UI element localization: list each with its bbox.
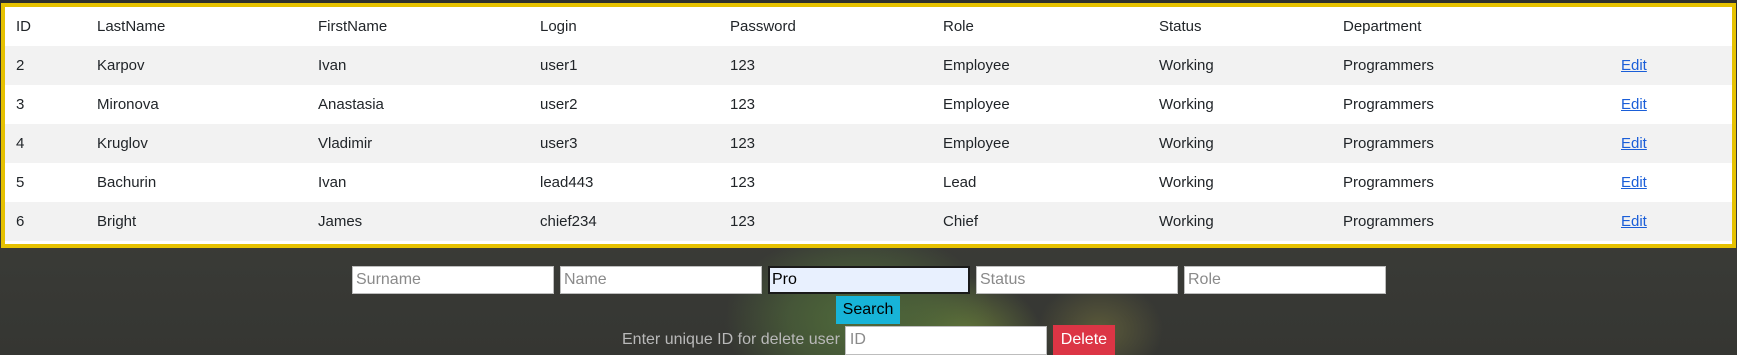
cell-login: user2 xyxy=(540,96,578,113)
cell-actions: Edit xyxy=(1610,202,1732,241)
cell-id: 5 xyxy=(16,174,25,191)
header-password: Password xyxy=(730,18,796,35)
edit-link[interactable]: Edit xyxy=(1621,174,1647,191)
cell-firstname: Anastasia xyxy=(318,96,384,113)
cell-actions: Edit xyxy=(1610,85,1732,124)
cell-status: Working xyxy=(1159,135,1214,152)
department-input[interactable] xyxy=(768,266,970,294)
header-id: ID xyxy=(16,18,31,35)
cell-lastname: Bachurin xyxy=(97,174,157,191)
cell-status: Working xyxy=(1159,213,1214,230)
cell-department: Programmers xyxy=(1343,135,1434,152)
cell-password: 123 xyxy=(730,96,756,113)
users-table: ID LastName FirstName Login Password Rol… xyxy=(5,7,1732,241)
header-login: Login xyxy=(540,18,577,35)
table-header-row: ID LastName FirstName Login Password Rol… xyxy=(5,7,1732,46)
cell-actions: Edit xyxy=(1610,163,1732,202)
cell-password: 123 xyxy=(730,135,756,152)
cell-status: Working xyxy=(1159,174,1214,191)
cell-department: Programmers xyxy=(1343,174,1434,191)
header-lastname: LastName xyxy=(97,18,166,35)
cell-department: Programmers xyxy=(1343,96,1434,113)
cell-firstname: Vladimir xyxy=(318,135,373,152)
header-actions xyxy=(1610,7,1732,46)
cell-id: 2 xyxy=(16,57,25,74)
cell-role: Chief xyxy=(943,213,979,230)
cell-id: 3 xyxy=(16,96,25,113)
cell-status: Working xyxy=(1159,57,1214,74)
cell-login: user1 xyxy=(540,57,578,74)
cell-role: Employee xyxy=(943,135,1010,152)
cell-lastname: Karpov xyxy=(97,57,145,74)
cell-login: user3 xyxy=(540,135,578,152)
header-status: Status xyxy=(1159,18,1202,35)
cell-password: 123 xyxy=(730,174,756,191)
edit-link[interactable]: Edit xyxy=(1621,213,1647,230)
role-input[interactable] xyxy=(1184,266,1386,294)
delete-id-input[interactable] xyxy=(844,325,1047,355)
table-row: 2 Karpov Ivan user1 123 Employee Working… xyxy=(5,46,1732,85)
header-firstname: FirstName xyxy=(318,18,388,35)
edit-link[interactable]: Edit xyxy=(1621,96,1647,113)
header-role: Role xyxy=(943,18,974,35)
delete-label: Enter unique ID for delete user xyxy=(622,331,840,348)
users-table-panel: ID LastName FirstName Login Password Rol… xyxy=(1,3,1736,248)
table-row: 3 Mironova Anastasia user2 123 Employee … xyxy=(5,85,1732,124)
name-input[interactable] xyxy=(560,266,762,294)
cell-role: Lead xyxy=(943,174,977,191)
cell-firstname: Ivan xyxy=(318,174,347,191)
cell-login: chief234 xyxy=(540,213,597,230)
delete-form: Enter unique ID for delete user Delete xyxy=(622,325,1115,355)
cell-role: Employee xyxy=(943,96,1010,113)
cell-lastname: Mironova xyxy=(97,96,159,113)
search-form xyxy=(352,266,1386,294)
header-department: Department xyxy=(1343,18,1422,35)
delete-button[interactable]: Delete xyxy=(1052,325,1115,355)
table-row: 4 Kruglov Vladimir user3 123 Employee Wo… xyxy=(5,124,1732,163)
cell-department: Programmers xyxy=(1343,213,1434,230)
cell-login: lead443 xyxy=(540,174,594,191)
cell-lastname: Bright xyxy=(97,213,137,230)
cell-firstname: Ivan xyxy=(318,57,347,74)
cell-firstname: James xyxy=(318,213,363,230)
cell-status: Working xyxy=(1159,96,1214,113)
cell-id: 4 xyxy=(16,135,25,152)
edit-link[interactable]: Edit xyxy=(1621,135,1647,152)
table-row: 6 Bright James chief234 123 Chief Workin… xyxy=(5,202,1732,241)
cell-password: 123 xyxy=(730,213,756,230)
table-row: 5 Bachurin Ivan lead443 123 Lead Working… xyxy=(5,163,1732,202)
cell-department: Programmers xyxy=(1343,57,1434,74)
cell-lastname: Kruglov xyxy=(97,135,148,152)
cell-password: 123 xyxy=(730,57,756,74)
search-button[interactable]: Search xyxy=(836,296,900,324)
cell-actions: Edit xyxy=(1610,124,1732,163)
cell-role: Employee xyxy=(943,57,1010,74)
cell-actions: Edit xyxy=(1610,46,1732,85)
surname-input[interactable] xyxy=(352,266,554,294)
edit-link[interactable]: Edit xyxy=(1621,57,1647,74)
status-input[interactable] xyxy=(976,266,1178,294)
cell-id: 6 xyxy=(16,213,25,230)
